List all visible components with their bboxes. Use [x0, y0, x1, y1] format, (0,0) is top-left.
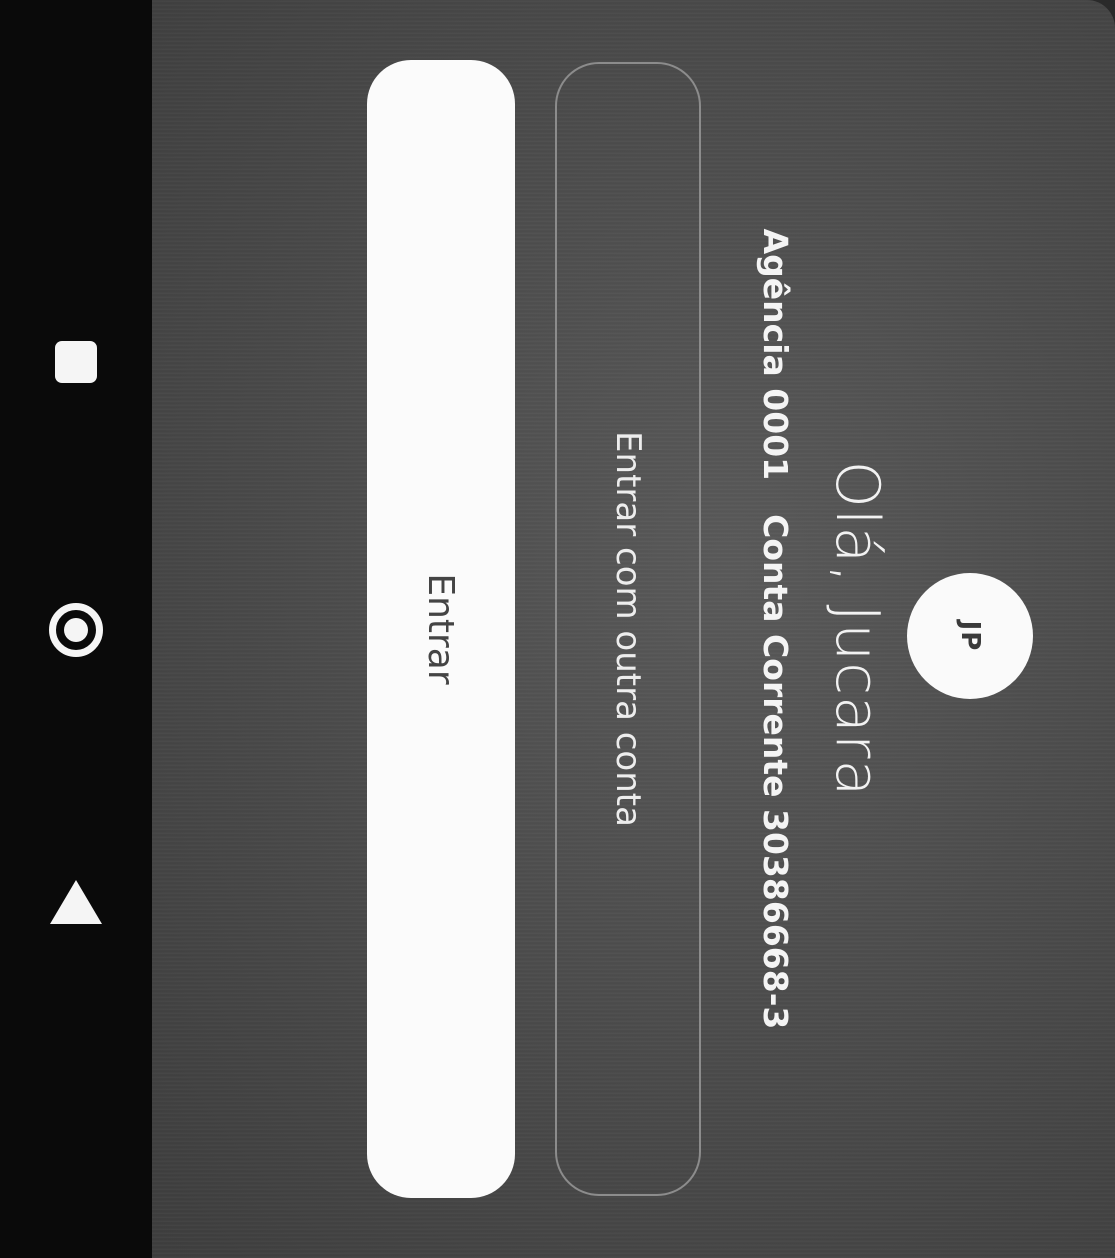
recents-button[interactable]: [26, 312, 126, 412]
home-circle-icon: [49, 603, 103, 657]
back-triangle-icon: [50, 880, 102, 924]
avatar-initials: JP: [955, 620, 985, 652]
home-button[interactable]: [26, 580, 126, 680]
rotated-content: JP Olá, Jucara Agência 0001 Conta Corrent…: [152, 0, 1115, 1258]
recents-square-icon: [55, 341, 97, 383]
other-account-button[interactable]: Entrar com outra conta: [555, 62, 701, 1196]
account-number-label: Conta Corrente 30386668-3: [756, 514, 795, 1030]
enter-button-label: Entrar: [420, 573, 462, 685]
enter-button[interactable]: Entrar: [367, 60, 515, 1198]
account-info: Agência 0001 Conta Corrente 30386668-3: [755, 0, 795, 1258]
agency-label: Agência 0001: [756, 228, 795, 481]
avatar: JP: [907, 573, 1033, 699]
android-navigation-bar: [0, 0, 152, 1258]
other-account-button-label: Entrar com outra conta: [608, 431, 648, 827]
greeting-title: Olá, Jucara: [822, 460, 892, 798]
back-button[interactable]: [26, 852, 126, 952]
screen: JP Olá, Jucara Agência 0001 Conta Corrent…: [0, 0, 1115, 1258]
login-screen: JP Olá, Jucara Agência 0001 Conta Corrent…: [152, 0, 1115, 1258]
